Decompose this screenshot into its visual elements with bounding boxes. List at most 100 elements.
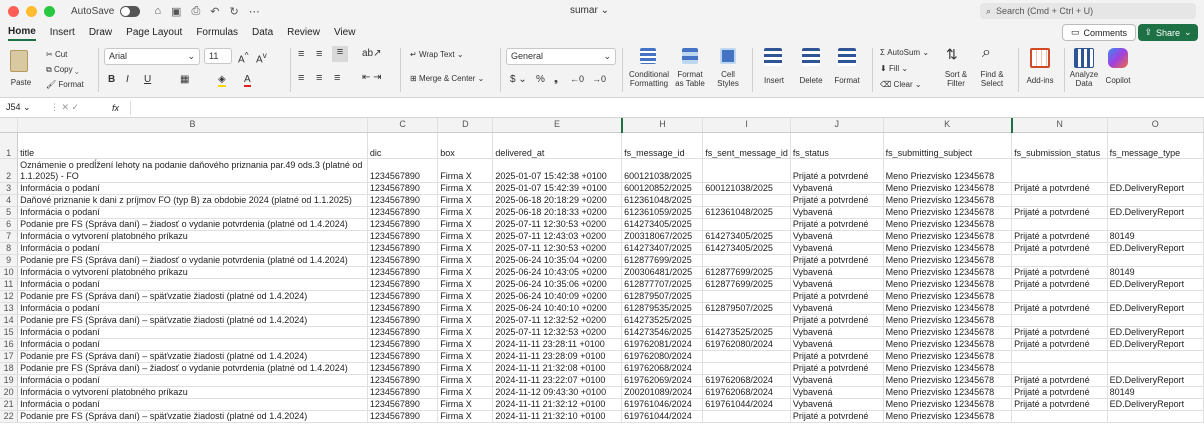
header-cell[interactable]: fs_submission_status	[1011, 132, 1108, 159]
table-cell[interactable]	[1107, 362, 1204, 375]
comma-button[interactable]: ❟	[554, 74, 558, 85]
align-middle-button[interactable]: ≡	[316, 48, 322, 60]
table-cell[interactable]	[1107, 254, 1204, 267]
merge-center-button[interactable]: ⊞ Merge & Center ⌄	[410, 74, 484, 83]
table-cell[interactable]: Meno Priezvisko 12345678	[883, 302, 1013, 315]
table-cell[interactable]: 612361048/2025	[621, 194, 704, 207]
table-cell[interactable]: Vybavená	[790, 386, 884, 399]
font-color-button[interactable]: A	[244, 74, 251, 87]
table-cell[interactable]: 1234567890	[367, 254, 439, 267]
table-cell[interactable]: 2025-06-24 10:40:10 +0200	[492, 302, 623, 315]
table-cell[interactable]: 1234567890	[367, 350, 439, 363]
table-cell[interactable]: Vybavená	[790, 182, 884, 195]
shrink-font-button[interactable]: Av	[256, 50, 267, 65]
table-cell[interactable]	[702, 194, 791, 207]
table-cell[interactable]: 619762080/2024	[621, 350, 704, 363]
table-cell[interactable]: Firma X	[437, 362, 494, 375]
table-cell[interactable]: Podanie pre FS (Správa daní) – späťvzati…	[17, 350, 368, 363]
table-cell[interactable]: 1234567890	[367, 290, 439, 303]
table-cell[interactable]: Vybavená	[790, 266, 884, 279]
table-cell[interactable]: 1234567890	[367, 266, 439, 279]
table-cell[interactable]: Firma X	[437, 398, 494, 411]
table-cell[interactable]: Prijaté a potvrdené	[1011, 266, 1108, 279]
table-cell[interactable]: Meno Priezvisko 12345678	[883, 206, 1013, 219]
conditional-formatting-icon[interactable]	[640, 48, 656, 64]
table-cell[interactable]: 614273405/2025	[621, 218, 704, 231]
table-cell[interactable]: 619761044/2024	[702, 398, 791, 411]
name-box[interactable]: J54 ⌄	[0, 102, 50, 113]
table-cell[interactable]	[702, 218, 791, 231]
column-header[interactable]: N	[1010, 118, 1108, 133]
delete-cells-icon[interactable]	[802, 48, 820, 66]
increase-decimal-button[interactable]: ←0	[570, 74, 584, 84]
header-cell[interactable]: box	[437, 132, 494, 159]
table-cell[interactable]: Informácia o podaní	[17, 326, 368, 339]
table-cell[interactable]: Prijaté a potvrdené	[790, 254, 884, 267]
table-cell[interactable]: 2025-06-24 10:43:05 +0200	[492, 266, 623, 279]
row-number[interactable]: 11	[0, 278, 19, 291]
header-cell[interactable]: fs_status	[790, 132, 884, 159]
table-cell[interactable]: 2025-06-18 20:18:29 +0200	[492, 194, 623, 207]
table-cell[interactable]: 614273546/2025	[621, 326, 704, 339]
column-header[interactable]: E	[492, 118, 623, 133]
table-cell[interactable]: Firma X	[437, 374, 494, 387]
wrap-text-button[interactable]: ↵ Wrap Text ⌄	[410, 50, 464, 59]
align-bottom-button[interactable]: ≡	[332, 46, 348, 62]
table-cell[interactable]: 1234567890	[367, 206, 439, 219]
table-cell[interactable]: Meno Priezvisko 12345678	[883, 194, 1013, 207]
tab-page-layout[interactable]: Page Layout	[126, 25, 182, 40]
table-cell[interactable]: 1234567890	[367, 218, 439, 231]
tab-draw[interactable]: Draw	[89, 25, 112, 40]
table-cell[interactable]: Vybavená	[790, 338, 884, 351]
table-cell[interactable]: 612877707/2025	[621, 278, 704, 291]
table-cell[interactable]: Prijaté a potvrdené	[1011, 326, 1108, 339]
table-cell[interactable]: 2025-07-11 12:43:03 +0200	[492, 230, 623, 243]
table-cell[interactable]: 2025-06-24 10:35:04 +0200	[492, 254, 623, 267]
table-cell[interactable]: ED.DeliveryReport	[1107, 302, 1204, 315]
close-window-button[interactable]	[8, 5, 19, 17]
table-cell[interactable]	[1107, 350, 1204, 363]
table-cell[interactable]: Informácia o podaní	[17, 278, 368, 291]
table-cell[interactable]: 600121038/2025	[702, 182, 791, 195]
table-cell[interactable]: Prijaté a potvrdené	[1011, 206, 1108, 219]
table-cell[interactable]: Firma X	[437, 206, 494, 219]
header-cell[interactable]: fs_sent_message_id	[702, 132, 791, 159]
table-cell[interactable]: 1234567890	[367, 386, 439, 399]
table-cell[interactable]: Prijaté a potvrdené	[1011, 302, 1108, 315]
table-cell[interactable]	[1107, 314, 1204, 327]
table-cell[interactable]: 1234567890	[367, 230, 439, 243]
column-header[interactable]: H	[620, 118, 704, 133]
table-cell[interactable]: Vybavená	[790, 278, 884, 291]
table-cell[interactable]	[1107, 290, 1204, 303]
row-number[interactable]: 16	[0, 338, 19, 351]
table-cell[interactable]: Vybavená	[790, 242, 884, 255]
row-number[interactable]: 17	[0, 350, 19, 363]
table-cell[interactable]: Prijaté a potvrdené	[1011, 230, 1108, 243]
table-cell[interactable]: 2025-06-24 10:40:09 +0200	[492, 290, 623, 303]
table-cell[interactable]: Firma X	[437, 182, 494, 195]
table-cell[interactable]	[1011, 410, 1108, 423]
table-cell[interactable]: Podanie pre FS (Správa daní) – späťvzati…	[17, 314, 368, 327]
table-cell[interactable]: 1234567890	[367, 314, 439, 327]
table-cell[interactable]: Vybavená	[790, 374, 884, 387]
row-number[interactable]: 18	[0, 362, 19, 375]
table-cell[interactable]	[1011, 290, 1108, 303]
borders-button[interactable]: ▦	[180, 74, 189, 85]
table-cell[interactable]: Vybavená	[790, 326, 884, 339]
table-cell[interactable]: Meno Priezvisko 12345678	[883, 230, 1013, 243]
clear-button[interactable]: ⌫ Clear ⌄	[880, 80, 922, 89]
table-cell[interactable]: 612879535/2025	[621, 302, 704, 315]
row-number[interactable]: 8	[0, 242, 19, 255]
table-cell[interactable]: ED.DeliveryReport	[1107, 182, 1204, 195]
table-cell[interactable]: 2025-07-11 12:30:53 +0200	[492, 242, 623, 255]
table-cell[interactable]: Oznámenie o predĺžení lehoty na podanie …	[17, 158, 368, 183]
table-cell[interactable]: Meno Priezvisko 12345678	[883, 338, 1013, 351]
minimize-window-button[interactable]	[26, 5, 37, 17]
table-cell[interactable]: Prijaté a potvrdené	[790, 350, 884, 363]
underline-button[interactable]: U	[144, 74, 151, 85]
table-cell[interactable]: 2024-11-12 09:43:30 +0100	[492, 386, 623, 399]
table-cell[interactable]: 2025-07-11 12:30:53 +0200	[492, 218, 623, 231]
column-header[interactable]: K	[883, 118, 1013, 133]
table-cell[interactable]: Firma X	[437, 230, 494, 243]
table-cell[interactable]	[1107, 410, 1204, 423]
